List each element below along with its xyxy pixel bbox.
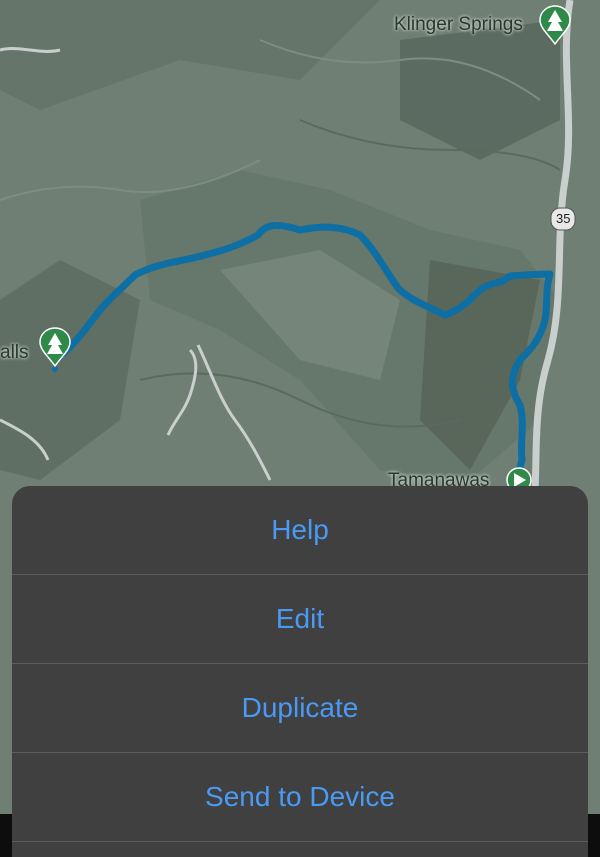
klinger-springs-label: Klinger Springs — [394, 14, 523, 35]
falls-label: alls — [0, 342, 29, 363]
edit-button[interactable]: Edit — [12, 575, 588, 664]
help-button[interactable]: Help — [12, 486, 588, 575]
action-sheet: Help Edit Duplicate Send to Device — [12, 486, 588, 857]
send-to-device-button[interactable]: Send to Device — [12, 753, 588, 842]
duplicate-button[interactable]: Duplicate — [12, 664, 588, 753]
highway-35-label: 35 — [556, 211, 571, 226]
